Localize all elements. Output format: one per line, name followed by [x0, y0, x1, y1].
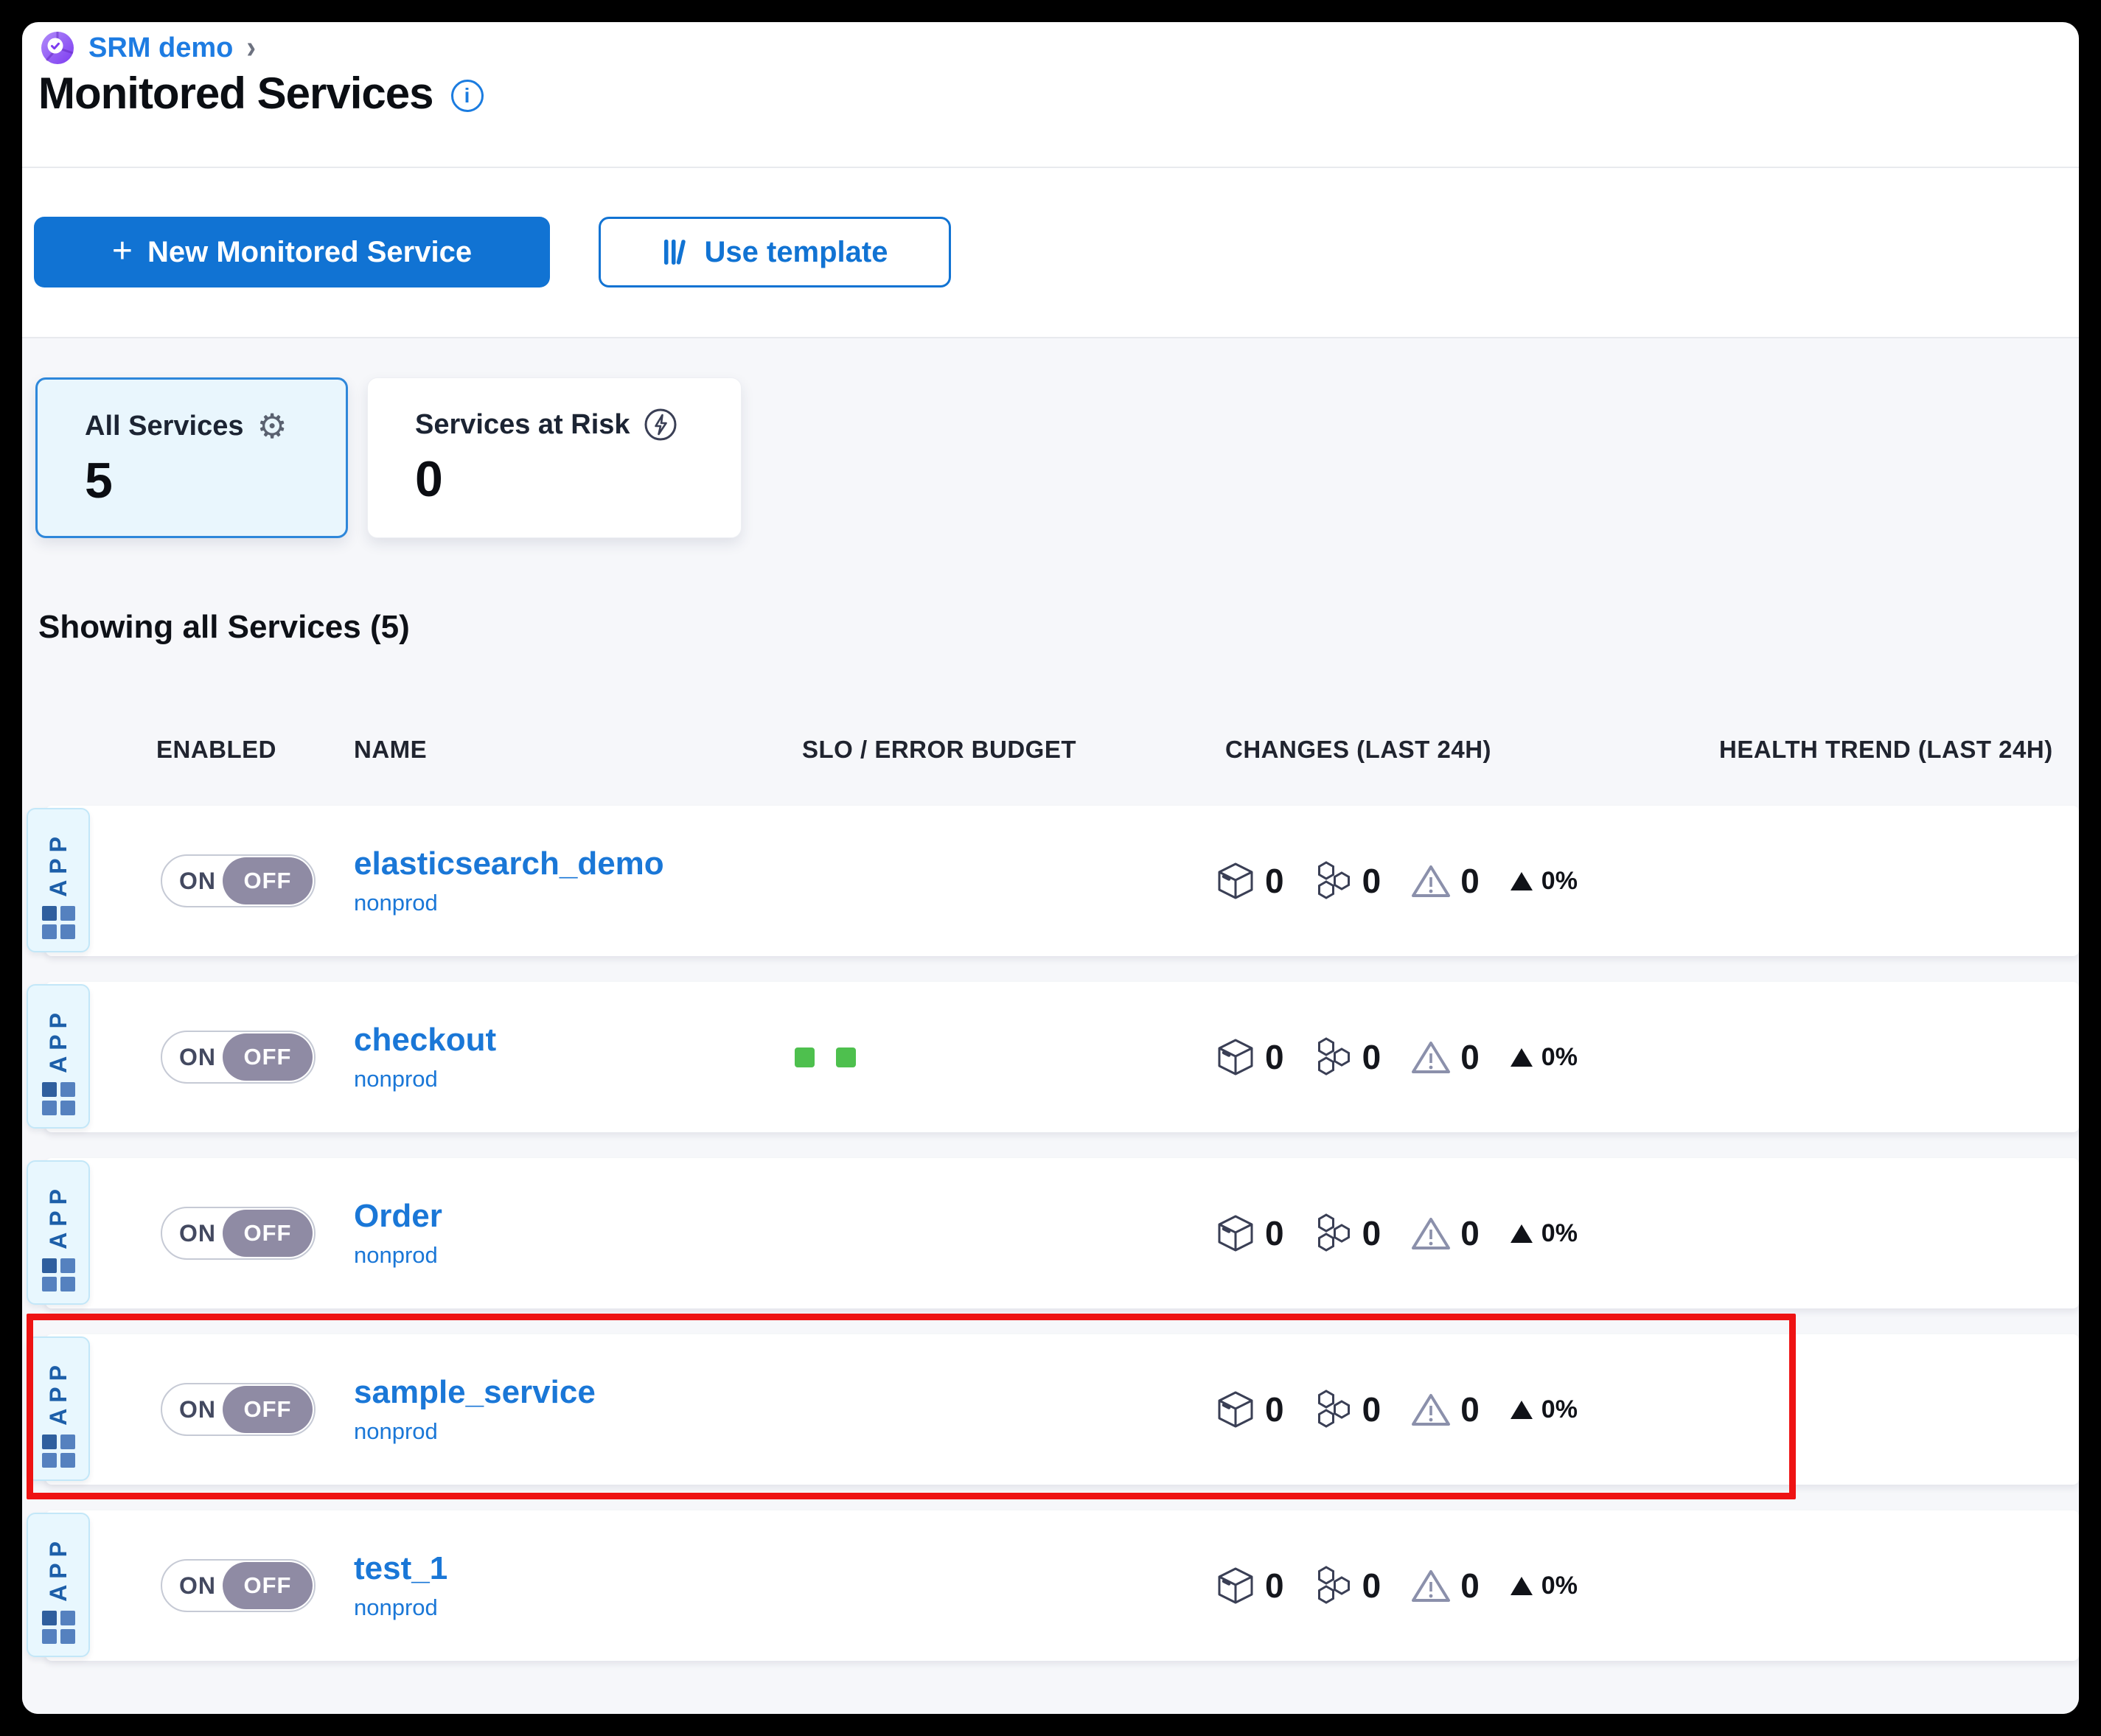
app-badge-label: APP — [45, 831, 72, 897]
changes-cell: 0 0 0 0% — [1215, 982, 1578, 1132]
table-row: APP ON OFF elasticsearch_demo nonprod 0 — [46, 806, 2079, 956]
slo-budget-square — [836, 1047, 856, 1067]
trend-up-icon — [1511, 1401, 1533, 1419]
gear-icon: ⚙ — [257, 409, 287, 443]
changes-cell: 0 0 0 0% — [1215, 806, 1578, 956]
enabled-toggle[interactable]: ON OFF — [161, 1383, 316, 1436]
app-grid-icon — [42, 906, 75, 939]
service-name-link[interactable]: checkout — [354, 1022, 496, 1059]
services-at-risk-count: 0 — [415, 450, 741, 508]
service-env-label: nonprod — [354, 1418, 596, 1445]
bolt-icon — [644, 408, 677, 442]
breadcrumb-link[interactable]: SRM demo — [88, 32, 233, 64]
toggle-thumb: OFF — [223, 1210, 313, 1257]
app-type-badge: APP — [27, 808, 90, 952]
enabled-toggle[interactable]: ON OFF — [161, 1207, 316, 1260]
service-env-label: nonprod — [354, 1594, 447, 1621]
package-icon — [1215, 1213, 1256, 1253]
app-badge-label: APP — [45, 1007, 72, 1073]
package-icon — [1215, 1390, 1256, 1429]
enabled-toggle[interactable]: ON OFF — [161, 1031, 316, 1084]
all-services-label: All Services — [85, 411, 243, 442]
hexagons-icon — [1314, 861, 1353, 901]
trend-up-icon — [1511, 872, 1533, 890]
title-row: Monitored Services i — [38, 68, 484, 119]
warning-icon — [1410, 1391, 1452, 1428]
trend-up-icon — [1511, 1048, 1533, 1067]
service-env-label: nonprod — [354, 1242, 442, 1269]
app-grid-icon — [42, 1258, 75, 1291]
trend-up-icon — [1511, 1577, 1533, 1595]
warning-icon — [1410, 862, 1452, 899]
column-header-health-trend: HEALTH TREND (LAST 24H) — [1719, 736, 2053, 764]
enabled-toggle[interactable]: ON OFF — [161, 1559, 316, 1612]
services-at-risk-label: Services at Risk — [415, 409, 630, 441]
enabled-toggle[interactable]: ON OFF — [161, 854, 316, 907]
app-type-badge: APP — [27, 984, 90, 1129]
table-row: APP ON OFF sample_service nonprod 0 — [46, 1334, 2079, 1485]
use-template-label: Use template — [705, 236, 888, 269]
chevron-right-icon: › — [246, 29, 256, 66]
page-title: Monitored Services — [38, 68, 433, 119]
srm-app-icon — [40, 30, 75, 66]
app-grid-icon — [42, 1611, 75, 1644]
warning-icon — [1410, 1039, 1452, 1076]
toggle-thumb: OFF — [223, 1386, 313, 1433]
app-type-badge: APP — [27, 1336, 90, 1481]
table-row: APP ON OFF test_1 nonprod 0 — [46, 1510, 2079, 1661]
service-name-link[interactable]: test_1 — [354, 1550, 447, 1587]
column-header-changes: CHANGES (LAST 24H) — [1225, 736, 1491, 764]
slo-budget-cell — [795, 982, 856, 1132]
new-monitored-service-button[interactable]: + New Monitored Service — [34, 217, 550, 287]
warning-icon — [1410, 1567, 1452, 1604]
template-library-icon — [662, 237, 690, 268]
toggle-thumb: OFF — [223, 1033, 313, 1081]
slo-budget-square — [795, 1047, 815, 1067]
changes-cell: 0 0 0 0% — [1215, 1334, 1578, 1485]
toolbar: + New Monitored Service Use template — [34, 217, 951, 287]
table-row: APP ON OFF Order nonprod 0 — [46, 1158, 2079, 1308]
warning-icon — [1410, 1215, 1452, 1252]
package-icon — [1215, 1566, 1256, 1606]
header-divider — [22, 167, 2079, 168]
new-monitored-service-label: New Monitored Service — [147, 236, 472, 269]
trend-up-icon — [1511, 1224, 1533, 1243]
table-row: APP ON OFF checkout nonprod — [46, 982, 2079, 1132]
app-badge-label: APP — [45, 1183, 72, 1249]
app-badge-label: APP — [45, 1359, 72, 1426]
app-grid-icon — [42, 1435, 75, 1468]
column-header-enabled: ENABLED — [156, 736, 276, 764]
all-services-card[interactable]: All Services ⚙ 5 — [35, 377, 348, 538]
service-name-link[interactable]: Order — [354, 1198, 442, 1235]
service-env-label: nonprod — [354, 890, 664, 916]
package-icon — [1215, 861, 1256, 901]
app-grid-icon — [42, 1082, 75, 1115]
service-name-link[interactable]: sample_service — [354, 1374, 596, 1411]
column-header-slo: SLO / ERROR BUDGET — [802, 736, 1076, 764]
content-area: All Services ⚙ 5 Services at Risk 0 Show… — [22, 338, 2079, 1714]
hexagons-icon — [1314, 1390, 1353, 1429]
info-icon[interactable]: i — [451, 80, 484, 112]
toggle-thumb: OFF — [223, 1562, 313, 1609]
use-template-button[interactable]: Use template — [599, 217, 951, 287]
app-type-badge: APP — [27, 1513, 90, 1657]
app-type-badge: APP — [27, 1160, 90, 1305]
plus-icon: + — [112, 231, 133, 271]
package-icon — [1215, 1037, 1256, 1077]
all-services-count: 5 — [85, 452, 346, 509]
breadcrumb: SRM demo › — [40, 29, 256, 66]
hexagons-icon — [1314, 1566, 1353, 1606]
changes-cell: 0 0 0 0% — [1215, 1510, 1578, 1661]
services-at-risk-card[interactable]: Services at Risk 0 — [367, 377, 742, 538]
hexagons-icon — [1314, 1213, 1353, 1253]
hexagons-icon — [1314, 1037, 1353, 1077]
app-window: SRM demo › Monitored Services i + New Mo… — [22, 22, 2079, 1714]
service-name-link[interactable]: elasticsearch_demo — [354, 846, 664, 882]
service-env-label: nonprod — [354, 1066, 496, 1092]
list-heading: Showing all Services (5) — [38, 609, 410, 646]
changes-cell: 0 0 0 0% — [1215, 1158, 1578, 1308]
app-badge-label: APP — [45, 1535, 72, 1602]
toggle-thumb: OFF — [223, 857, 313, 904]
column-header-name: NAME — [354, 736, 427, 764]
